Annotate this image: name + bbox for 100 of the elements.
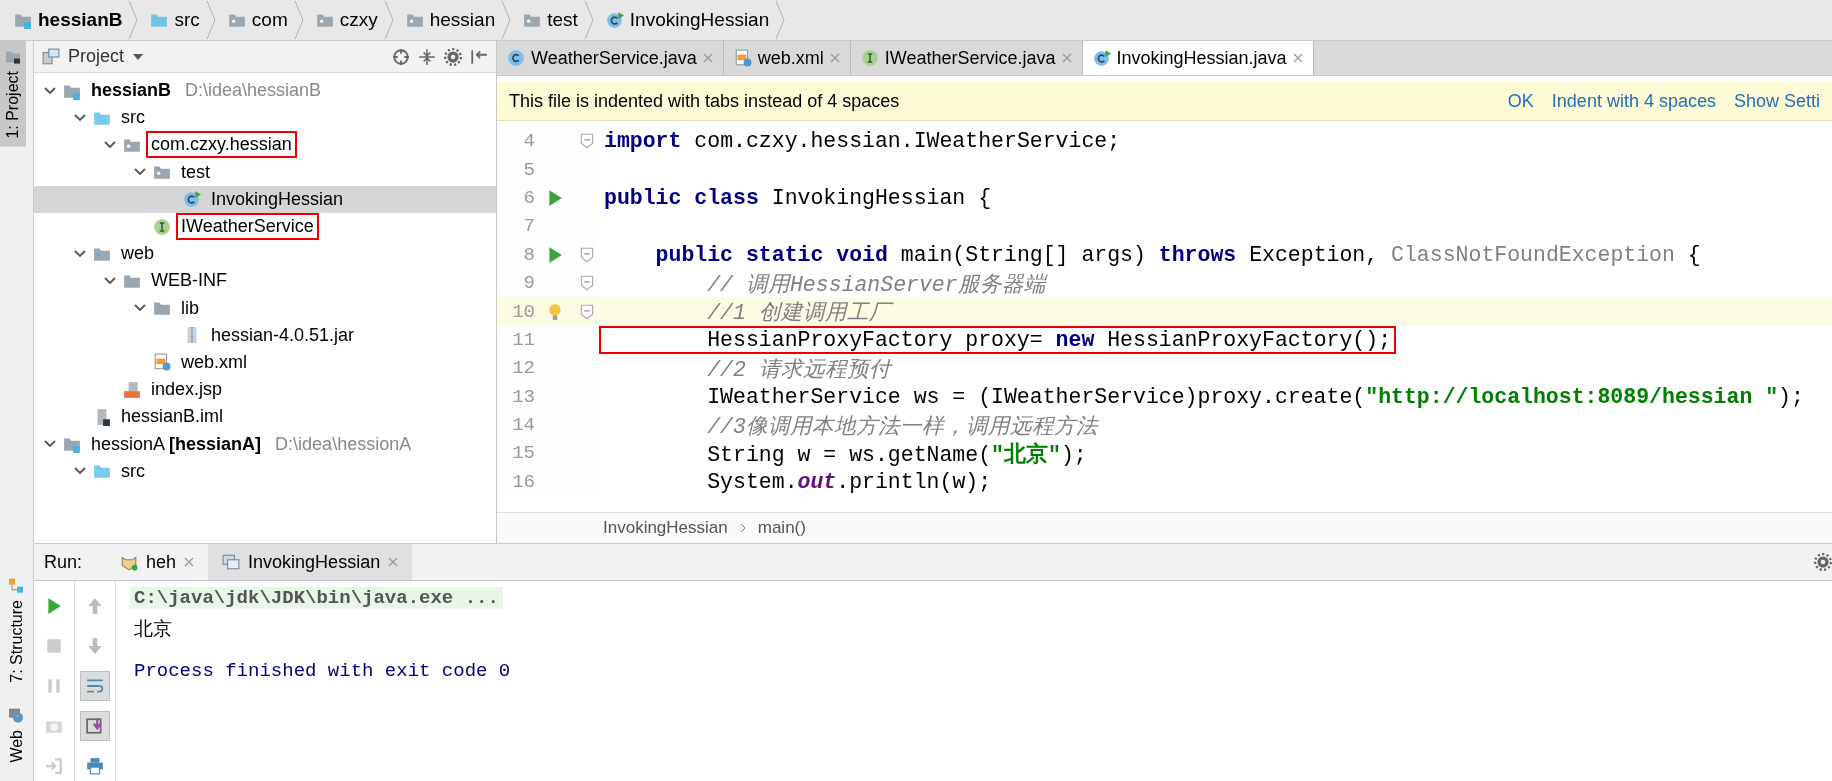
project-view-icon	[42, 47, 60, 66]
class-icon	[605, 11, 624, 29]
locate-icon[interactable]	[392, 47, 410, 66]
collapse-all-icon[interactable]	[418, 47, 436, 66]
toolbar-button[interactable]	[80, 711, 110, 741]
banner-link[interactable]: OK	[1507, 90, 1534, 112]
close-icon[interactable]	[184, 557, 195, 567]
code-line: IWeatherService ws = (IWeatherService)proxy.create("http://localhost:8089/hessian ");	[706, 383, 1805, 411]
scroll-to-end-icon	[86, 717, 104, 735]
tool-window-button[interactable]: 1: Project	[0, 41, 26, 147]
folder-icon	[93, 462, 111, 481]
package-folder-icon	[523, 11, 542, 29]
breadcrumb[interactable]: src	[144, 1, 222, 39]
class-icon	[1092, 49, 1111, 67]
project-path: D:\idea\hessionA	[275, 433, 412, 455]
code-line: public static void main(String[] args) throws Exception, ClassNotFoundException {	[654, 241, 1702, 269]
dropdown-caret-icon[interactable]	[132, 52, 145, 61]
tree-item-label: WEB-INF	[150, 269, 228, 293]
tree-row[interactable]: lib	[34, 294, 496, 322]
folder-icon	[153, 299, 171, 318]
run-icon	[546, 188, 564, 207]
console-line: Process finished with exit code 0	[133, 660, 512, 682]
line-number: 11	[511, 328, 535, 351]
breadcrumb[interactable]: com	[221, 1, 310, 39]
tree-row[interactable]: InvokingHessian	[34, 185, 496, 213]
tree-row[interactable]: src	[34, 457, 496, 485]
window-icon	[222, 553, 241, 571]
package-folder-icon	[405, 11, 424, 29]
chevron-icon	[775, 1, 786, 39]
interface-icon	[860, 49, 879, 67]
breadcrumb[interactable]: hessianB	[8, 1, 145, 39]
close-icon[interactable]	[388, 557, 399, 567]
run-icon	[45, 597, 63, 615]
exit-icon	[45, 757, 63, 775]
print-icon	[86, 757, 104, 775]
line-number: 14	[511, 414, 535, 437]
tree-item-label: hessianB.iml	[120, 405, 225, 429]
line-number: 4	[522, 130, 535, 153]
toolbar-button[interactable]	[80, 671, 110, 701]
tool-window-button[interactable]: 7: Structure	[0, 569, 33, 691]
tree-row[interactable]: web	[34, 240, 496, 268]
tree-row[interactable]: src	[34, 104, 496, 132]
breadcrumb[interactable]: czxy	[309, 1, 400, 39]
line-number: 7	[522, 215, 535, 238]
tree-row[interactable]: hessianB.iml	[34, 403, 496, 431]
module-folder-icon	[14, 11, 32, 29]
settings-icon[interactable]	[1814, 553, 1832, 571]
class-icon	[507, 49, 525, 67]
tree-row[interactable]: com.czxy.hessian	[34, 131, 496, 159]
editor-tab[interactable]: InvokingHessian.java	[1082, 41, 1314, 75]
tree-row[interactable]: hessionA [hessianA] D:\idea\hessionA	[34, 430, 496, 458]
tree-row[interactable]: IWeatherService	[34, 212, 496, 241]
settings-icon[interactable]	[444, 47, 462, 66]
hide-panel-icon[interactable]	[470, 47, 488, 66]
tree-row[interactable]: web.xml	[34, 348, 496, 377]
line-number: 6	[522, 186, 535, 209]
banner-link[interactable]: Show Setti	[1733, 90, 1820, 112]
run-icon	[546, 245, 564, 264]
breadcrumb[interactable]: hessian	[399, 1, 518, 39]
tree-row[interactable]: test	[34, 158, 496, 186]
tree-row[interactable]: hessian-4.0.51.jar	[34, 321, 496, 349]
line-number: 10	[511, 300, 535, 323]
breadcrumb[interactable]: InvokingHessian	[599, 1, 792, 39]
fold-icon	[578, 274, 596, 293]
module-folder-icon	[63, 435, 81, 454]
fold-icon	[578, 132, 596, 151]
tree-item-label: index.jsp	[150, 378, 224, 402]
chevron-icon	[128, 1, 139, 39]
pause-icon	[45, 677, 63, 695]
globe-icon	[8, 708, 25, 725]
arrow-up-icon	[86, 597, 104, 615]
tree-item-label: src	[120, 106, 146, 130]
close-icon[interactable]	[1292, 53, 1303, 63]
run-tab[interactable]: InvokingHessian	[208, 544, 413, 580]
console-line: 北京	[133, 618, 173, 642]
panel-title[interactable]: Project	[68, 46, 125, 67]
code-breadcrumb[interactable]: main()	[757, 518, 806, 538]
class-icon	[183, 190, 201, 209]
tree-row[interactable]: index.jsp	[34, 376, 496, 404]
line-number: 16	[511, 470, 535, 493]
chevron-icon	[205, 1, 216, 39]
arrow-down-icon	[86, 637, 104, 655]
tree-item-label: hessianB	[90, 79, 173, 103]
line-number: 9	[522, 272, 535, 295]
tree-item-label: src	[120, 459, 146, 483]
structure-icon	[8, 577, 25, 594]
line-number: 15	[511, 442, 535, 465]
code-line: //3像调用本地方法一样，调用远程方法	[706, 413, 1100, 441]
line-number: 12	[511, 357, 535, 380]
code-breadcrumb[interactable]: InvokingHessian	[603, 518, 728, 538]
banner-link[interactable]: Indent with 4 spaces	[1551, 90, 1716, 112]
tree-item-label: web	[120, 242, 156, 266]
tree-row[interactable]: WEB-INF	[34, 267, 496, 295]
breadcrumb[interactable]: test	[517, 1, 600, 39]
tool-window-button[interactable]: Web	[0, 700, 33, 771]
fold-icon	[578, 302, 596, 321]
tree-row[interactable]: hessianB D:\idea\hessianB	[34, 77, 496, 105]
package-folder-icon	[315, 11, 334, 29]
jsp-file-icon	[123, 380, 141, 399]
interface-icon	[153, 217, 171, 236]
